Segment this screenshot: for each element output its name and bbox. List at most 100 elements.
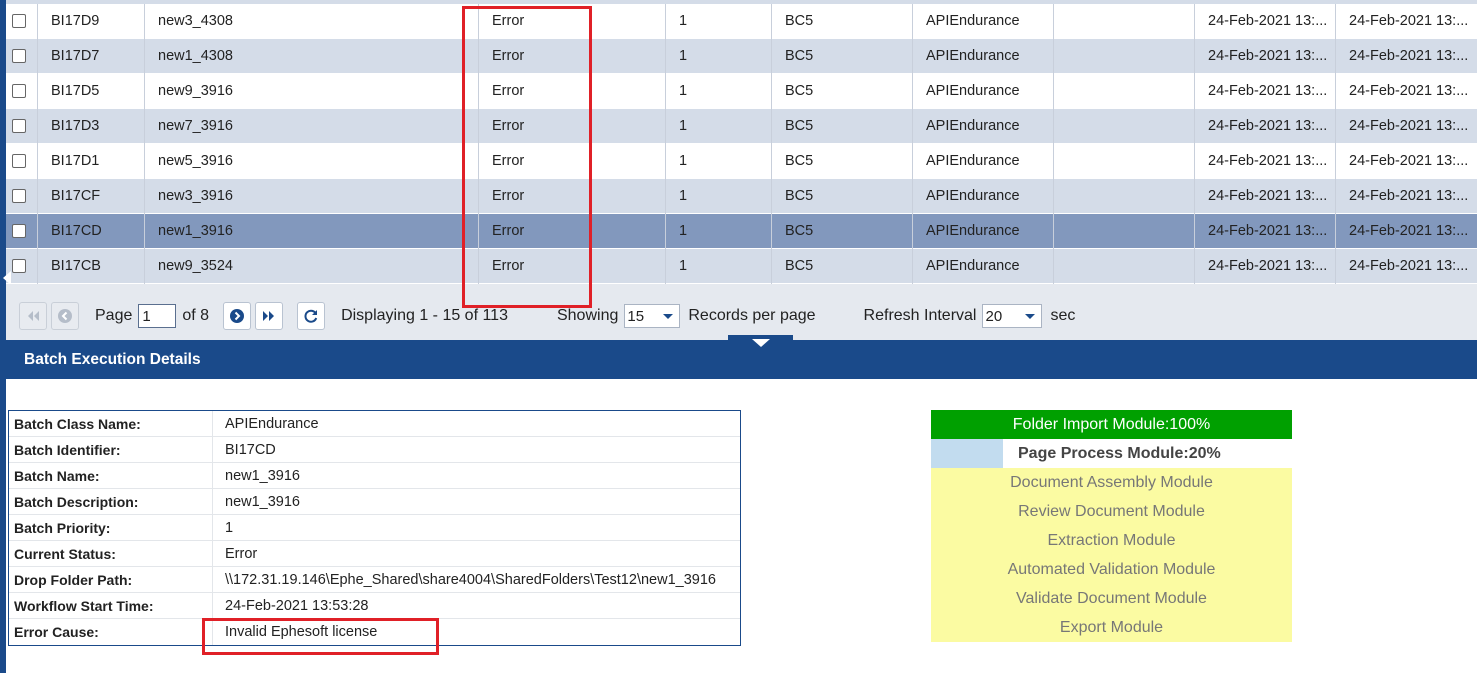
detail-value: new1_3916 — [225, 493, 300, 510]
row-checkbox[interactable] — [12, 84, 26, 98]
modified-date-cell: 24-Feb-2021 13:... — [1349, 48, 1469, 64]
module-status-item: Validate Document Module — [931, 584, 1292, 613]
table-row[interactable]: BI17CB new9_3524 Error 1 BC5 APIEndurance 24-F… — [6, 248, 1477, 284]
detail-row: Batch Identifier: BI17CD — [9, 437, 740, 463]
detail-value: 1 — [225, 519, 234, 536]
module-progress-fill — [931, 439, 1004, 468]
row-checkbox[interactable] — [12, 49, 26, 63]
next-page-button[interactable] — [223, 302, 252, 330]
last-page-icon — [263, 311, 275, 321]
records-per-page-select[interactable]: 15 — [624, 304, 681, 328]
empty-cell — [1054, 108, 1195, 144]
created-date-cell: 24-Feb-2021 13:... — [1195, 73, 1336, 109]
created-date-cell: 24-Feb-2021 13:... — [1195, 213, 1336, 249]
status-cell: Error — [479, 213, 666, 249]
status-cell: Error — [479, 73, 666, 109]
module-label: Folder Import Module:100% — [1012, 415, 1211, 433]
module-label: Review Document Module — [1018, 502, 1205, 520]
module-label: Page Process Module:20% — [1018, 444, 1221, 462]
batch-name-cell: new9_3916 — [145, 73, 479, 109]
detail-value: \\172.31.19.146\Ephe_Shared\share4004\Sh… — [225, 571, 716, 588]
page-number-input[interactable]: 1 — [138, 304, 177, 328]
created-date-cell: 24-Feb-2021 13:... — [1195, 108, 1336, 144]
empty-cell — [1054, 178, 1195, 214]
batch-class-cell: BC5 — [772, 213, 913, 249]
detail-value: Error — [225, 545, 258, 562]
batch-name-cell: new7_3916 — [145, 108, 479, 144]
row-checkbox[interactable] — [12, 154, 26, 168]
row-checkbox[interactable] — [12, 189, 26, 203]
status-cell: Error — [479, 108, 666, 144]
module-status-item: Automated Validation Module — [931, 555, 1292, 584]
refresh-interval-label: Refresh Interval — [863, 307, 977, 324]
table-row[interactable]: BI17CF new3_3916 Error 1 BC5 APIEndurance 24-F… — [6, 178, 1477, 214]
previous-page-button[interactable] — [51, 302, 79, 330]
refresh-icon — [304, 309, 318, 323]
first-page-icon — [28, 311, 39, 321]
last-page-button[interactable] — [255, 302, 284, 330]
pager-toolbar: Page 1 of 8 Displaying 1 - 15 of 113 Sho… — [6, 292, 1477, 340]
empty-cell — [1054, 73, 1195, 109]
batch-class-description-cell: APIEndurance — [913, 248, 1054, 284]
table-row[interactable]: BI17CD new1_3916 Error 1 BC5 APIEndurance 24-F… — [6, 213, 1477, 249]
detail-row: Drop Folder Path: \\172.31.19.146\Ephe_Sh… — [9, 567, 740, 593]
batch-class-cell: BC5 — [772, 108, 913, 144]
detail-label: Current Status: — [9, 541, 213, 566]
batch-id-cell: BI17CF — [38, 178, 145, 214]
detail-label: Batch Class Name: — [9, 411, 213, 436]
modified-date-cell: 24-Feb-2021 13:... — [1349, 258, 1469, 274]
batch-class-description-cell: APIEndurance — [913, 73, 1054, 109]
page-count: of 8 — [182, 307, 210, 324]
chevron-down-icon — [663, 313, 674, 319]
detail-label: Drop Folder Path: — [9, 567, 213, 592]
chevron-left-icon — [3, 271, 11, 285]
batch-class-description-cell: APIEndurance — [913, 143, 1054, 179]
batch-id-cell: BI17D3 — [38, 108, 145, 144]
next-page-icon — [230, 309, 245, 323]
status-cell: Error — [479, 178, 666, 214]
module-label: Document Assembly Module — [1010, 473, 1213, 491]
created-date-cell: 24-Feb-2021 13:... — [1195, 248, 1336, 284]
detail-row: Current Status: Error — [9, 541, 740, 567]
batch-name-cell: new5_3916 — [145, 143, 479, 179]
empty-cell — [1054, 248, 1195, 284]
batch-grid: BI17D9 new3_4308 Error 1 BC5 APIEndurance 24-F… — [6, 3, 1477, 284]
records-per-page-value: 15 — [627, 307, 645, 325]
table-row[interactable]: BI17D3 new7_3916 Error 1 BC5 APIEndurance 24-F… — [6, 108, 1477, 144]
refresh-interval-value: 20 — [985, 307, 1003, 325]
page-label: Page — [95, 307, 133, 324]
seconds-label: sec — [1050, 307, 1076, 324]
modified-date-cell: 24-Feb-2021 13:... — [1349, 118, 1469, 134]
splitter-toggle[interactable] — [728, 335, 793, 351]
row-checkbox[interactable] — [12, 14, 26, 28]
modified-date-cell: 24-Feb-2021 13:... — [1349, 153, 1469, 169]
created-date-cell: 24-Feb-2021 13:... — [1195, 3, 1336, 39]
priority-cell: 1 — [666, 248, 772, 284]
empty-cell — [1054, 143, 1195, 179]
table-row[interactable]: BI17D5 new9_3916 Error 1 BC5 APIEndurance 24-F… — [6, 73, 1477, 109]
row-checkbox[interactable] — [12, 224, 26, 238]
table-row[interactable]: BI17D7 new1_4308 Error 1 BC5 APIEndurance 24-F… — [6, 38, 1477, 74]
module-label: Export Module — [1059, 618, 1164, 636]
refresh-button[interactable] — [297, 302, 326, 330]
detail-row: Batch Name: new1_3916 — [9, 463, 740, 489]
batch-name-cell: new1_3916 — [145, 213, 479, 249]
batch-id-cell: BI17CB — [38, 248, 145, 284]
modified-date-cell: 24-Feb-2021 13:... — [1349, 13, 1469, 29]
table-row[interactable]: BI17D1 new5_3916 Error 1 BC5 APIEndurance 24-F… — [6, 143, 1477, 179]
empty-cell — [1054, 213, 1195, 249]
refresh-interval-select[interactable]: 20 — [982, 304, 1043, 328]
empty-cell — [1054, 3, 1195, 39]
displaying-text: Displaying 1 - 15 of 113 — [341, 307, 508, 324]
detail-row: Batch Priority: 1 — [9, 515, 740, 541]
table-row[interactable]: BI17D9 new3_4308 Error 1 BC5 APIEndurance 24-F… — [6, 3, 1477, 39]
batch-name-cell: new1_4308 — [145, 38, 479, 74]
first-page-button[interactable] — [19, 302, 47, 330]
row-select-cell — [6, 143, 38, 179]
batch-class-cell: BC5 — [772, 248, 913, 284]
row-checkbox[interactable] — [12, 119, 26, 133]
priority-cell: 1 — [666, 38, 772, 74]
records-per-page-label: Records per page — [688, 307, 816, 324]
detail-row: Error Cause: Invalid Ephesoft license — [9, 619, 740, 645]
batch-class-description-cell: APIEndurance — [913, 178, 1054, 214]
